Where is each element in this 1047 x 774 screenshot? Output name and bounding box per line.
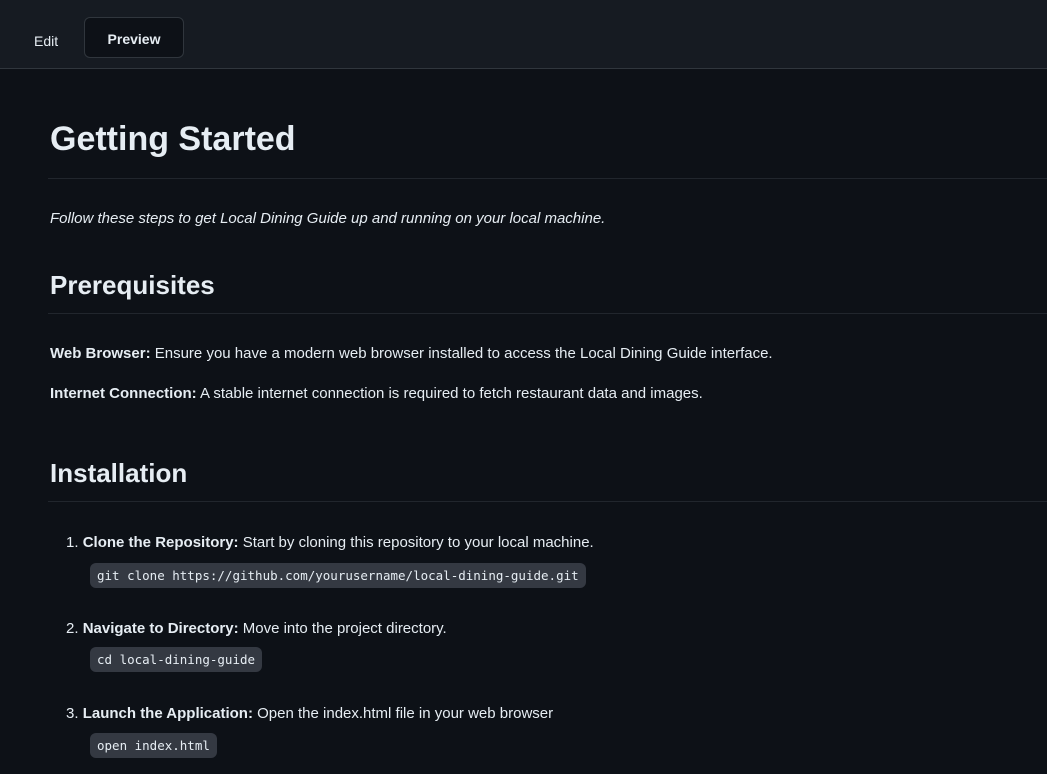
editor-toolbar: Edit Preview	[0, 0, 1047, 69]
tab-edit[interactable]: Edit	[20, 24, 72, 58]
step-text: Start by cloning this repository to your…	[238, 534, 594, 551]
tab-preview[interactable]: Preview	[84, 17, 184, 58]
install-step-3: 3. Launch the Application: Open the inde…	[66, 705, 553, 722]
step-text: Open the index.html file in your web bro…	[252, 705, 554, 722]
step-text: Move into the project directory.	[238, 620, 447, 637]
prerequisite-internet: Internet Connection: A stable internet c…	[50, 385, 703, 402]
prerequisite-web-browser: Web Browser: Ensure you have a modern we…	[50, 345, 773, 362]
step-number: 3.	[66, 705, 79, 722]
step-label: Clone the Repository:	[82, 534, 239, 551]
installation-heading: Installation	[50, 458, 188, 488]
prerequisite-label: Internet Connection:	[50, 385, 197, 402]
title-divider	[48, 178, 1047, 179]
install-step-1: 1. Clone the Repository: Start by clonin…	[66, 534, 594, 551]
prerequisites-divider	[48, 313, 1047, 314]
prerequisite-text: A stable internet connection is required…	[196, 385, 703, 402]
step-number: 1.	[66, 534, 79, 551]
step-label: Launch the Application:	[82, 705, 253, 722]
markdown-preview: Getting Started Follow these steps to ge…	[48, 70, 1047, 774]
code-snippet[interactable]: git clone https://github.com/yourusernam…	[90, 563, 586, 588]
installation-divider	[48, 501, 1047, 502]
install-step-2: 2. Navigate to Directory: Move into the …	[66, 620, 447, 637]
prerequisites-heading: Prerequisites	[50, 270, 215, 300]
intro-text: Follow these steps to get Local Dining G…	[50, 210, 606, 227]
page-title: Getting Started	[50, 120, 296, 158]
code-snippet[interactable]: open index.html	[90, 733, 217, 758]
step-label: Navigate to Directory:	[82, 620, 239, 637]
prerequisite-text: Ensure you have a modern web browser ins…	[150, 345, 773, 362]
step-number: 2.	[66, 620, 79, 637]
prerequisite-label: Web Browser:	[50, 345, 151, 362]
code-snippet[interactable]: cd local-dining-guide	[90, 647, 263, 672]
